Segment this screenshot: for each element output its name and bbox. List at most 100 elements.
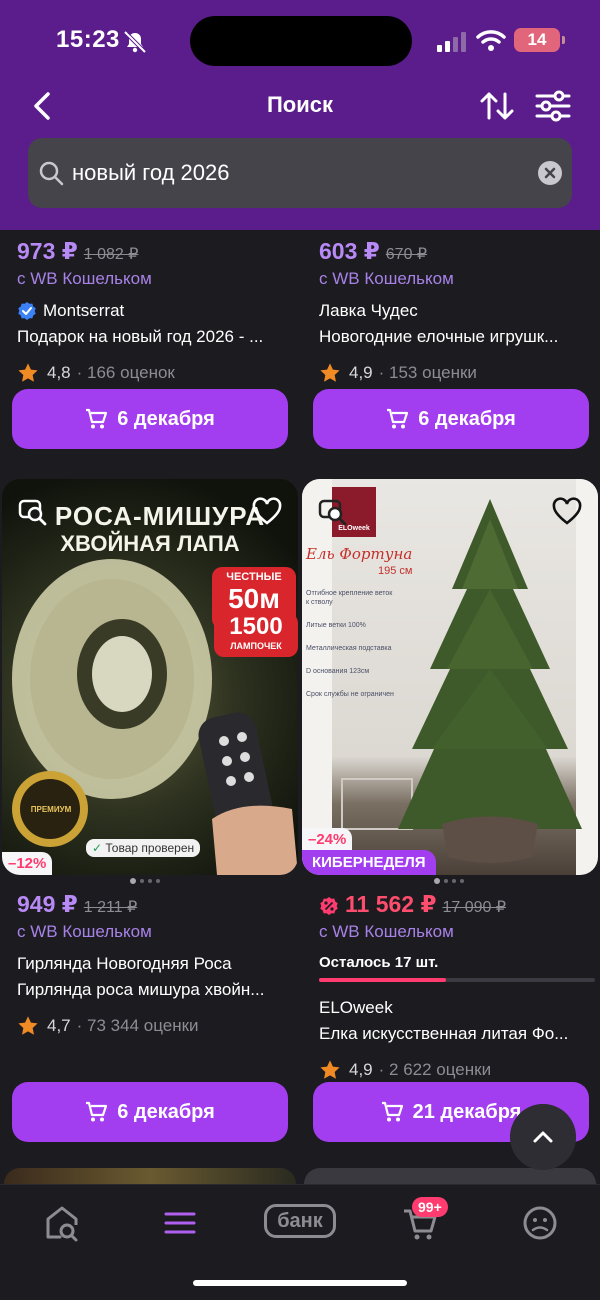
pagination-dot (444, 879, 448, 883)
price: 603 ₽ (319, 238, 380, 264)
filter-icon[interactable] (534, 88, 572, 124)
stock-progress-fill (319, 978, 446, 982)
image-size: 195 см (378, 565, 413, 577)
product-name[interactable]: Новогодние елочные игрушк... (319, 327, 589, 351)
cart-count-badge: 99+ (412, 1197, 448, 1217)
old-price: 1 211 ₽ (83, 899, 138, 916)
cart-icon (86, 1101, 108, 1122)
product-image[interactable]: РОСА-МИШУРА ХВОЙНАЯ ЛАПА ЧЕСТНЫЕ 50м 150… (2, 479, 298, 875)
search-input[interactable]: новый год 2026 (72, 138, 229, 208)
rating-value: 4,8 (47, 363, 71, 382)
image-title: Ель Фортуна (306, 545, 413, 563)
image-pagination (130, 878, 170, 885)
camera-notch (190, 16, 412, 66)
product-card[interactable]: 973 ₽ 1 082 ₽ с WB Кошельком Montserrat … (17, 238, 307, 385)
home-search-icon[interactable] (42, 1203, 82, 1243)
review-count: · 73 344 оценки (76, 1016, 199, 1035)
image-subheadline: ХВОЙНАЯ ЛАПА (60, 531, 240, 556)
brand-name: Гирлянда Новогодняя Роса (17, 954, 232, 973)
cart-icon (387, 408, 409, 429)
discount-badge: –12% (2, 852, 53, 875)
price: 949 ₽ (17, 891, 78, 917)
stock-left: Осталось 17 шт. (319, 954, 439, 971)
cart-icon (381, 1101, 403, 1122)
bulbs-badge-value: 1500 (229, 613, 283, 640)
wallet-label: с WB Кошельком (17, 269, 152, 288)
search-field[interactable]: новый год 2026 (28, 138, 572, 208)
similar-search-icon[interactable] (318, 497, 348, 527)
star-icon (320, 363, 340, 382)
pagination-dot (452, 879, 456, 883)
product-card[interactable]: 603 ₽ 670 ₽ с WB Кошельком Лавка Чудес Н… (319, 238, 600, 385)
brand-name: ELOweek (319, 998, 393, 1017)
favorite-heart-icon[interactable] (552, 497, 582, 527)
feature-item: D основания 123см (306, 668, 370, 675)
add-to-cart-button[interactable]: 6 декабря (12, 1082, 288, 1142)
bell-muted-icon (123, 30, 147, 54)
length-badge-value: 50м (228, 583, 280, 614)
pagination-dot (140, 879, 144, 883)
home-indicator (193, 1280, 407, 1286)
wallet-label: с WB Кошельком (17, 922, 152, 941)
feature-list: Отгибное крепление веток к стволу Литые … (306, 589, 396, 699)
rating-row: 4,8 · 166 оценок (17, 361, 307, 385)
add-to-cart-button[interactable]: 6 декабря (12, 389, 288, 449)
feature-item: Металлическая подставка (306, 645, 392, 652)
clear-search-button[interactable] (538, 161, 562, 185)
search-icon (39, 161, 64, 186)
verified-badge-icon (18, 302, 36, 320)
brand[interactable]: Лавка Чудес (319, 299, 600, 323)
bank-tab[interactable]: банк (264, 1204, 336, 1238)
delivery-date: 21 декабря (412, 1100, 522, 1123)
length-badge-caption: ЧЕСТНЫЕ (226, 571, 282, 583)
favorite-heart-icon[interactable] (252, 497, 282, 527)
rating-value: 4,9 (349, 1060, 373, 1079)
rating-value: 4,7 (47, 1016, 71, 1035)
wallet-label: с WB Кошельком (319, 269, 454, 288)
product-image[interactable]: ELOweek Ель Фортуна 195 см Отгибное креп… (302, 479, 598, 875)
price-row: 973 ₽ 1 082 ₽ (17, 238, 307, 268)
feature-item: Отгибное крепление веток к стволу (306, 590, 393, 606)
add-to-cart-button[interactable]: 6 декабря (313, 389, 589, 449)
wifi-icon (476, 30, 506, 51)
pagination-dot (156, 879, 160, 883)
sale-percent-icon (320, 897, 338, 915)
bulbs-badge-caption: ЛАМПОЧЕК (230, 641, 282, 651)
sort-icon[interactable] (478, 88, 516, 124)
brand[interactable]: ELOweek (319, 996, 600, 1020)
price-row: 11 562 ₽ 17 090 ₽ (319, 891, 600, 921)
product-name[interactable]: Подарок на новый год 2026 - ... (17, 327, 287, 351)
brand[interactable]: Гирлянда Новогодняя Роса (17, 952, 307, 976)
catalog-menu-icon[interactable] (160, 1203, 200, 1243)
delivery-date: 6 декабря (418, 407, 516, 430)
brand[interactable]: Montserrat (17, 299, 307, 323)
scroll-to-top-button[interactable] (510, 1104, 576, 1170)
rating-value: 4,9 (349, 363, 373, 382)
old-price: 1 082 ₽ (83, 246, 139, 263)
brand-name: Лавка Чудес (319, 301, 418, 320)
star-icon (18, 363, 38, 382)
star-icon (320, 1060, 340, 1079)
price: 973 ₽ (17, 238, 78, 264)
feature-item: Срок службы не ограничен (306, 691, 394, 698)
promo-badge: КИБЕРНЕДЕЛЯ (302, 850, 436, 875)
pagination-dot (460, 879, 464, 883)
wallet-label: с WB Кошельком (319, 922, 454, 941)
status-time: 15:23 (56, 26, 120, 53)
bulbs-badge: 1500 ЛАМПОЧЕК (214, 613, 298, 657)
rating-row: 4,9 · 153 оценки (319, 361, 600, 385)
review-count: · 153 оценки (378, 363, 477, 382)
pagination-dot (434, 878, 440, 884)
rating-row: 4,9 · 2 622 оценки (319, 1058, 600, 1082)
rating-row: 4,7 · 73 344 оценки (17, 1014, 307, 1038)
product-name[interactable]: Елка искусственная литая Фо... (319, 1024, 589, 1048)
verified-label-text: Товар проверен (105, 841, 195, 855)
similar-search-icon[interactable] (18, 497, 48, 527)
profile-icon[interactable] (520, 1203, 560, 1243)
verified-label: ✓ Товар проверен (86, 839, 201, 857)
product-card[interactable]: 11 562 ₽ 17 090 ₽ с WB Кошельком Осталос… (319, 891, 600, 1082)
product-name[interactable]: Гирлянда роса мишура хвойн... (17, 980, 287, 1004)
review-count: · 166 оценок (76, 363, 175, 382)
product-card[interactable]: 949 ₽ 1 211 ₽ с WB Кошельком Гирлянда Но… (17, 891, 307, 1038)
old-price: 17 090 ₽ (442, 899, 507, 916)
